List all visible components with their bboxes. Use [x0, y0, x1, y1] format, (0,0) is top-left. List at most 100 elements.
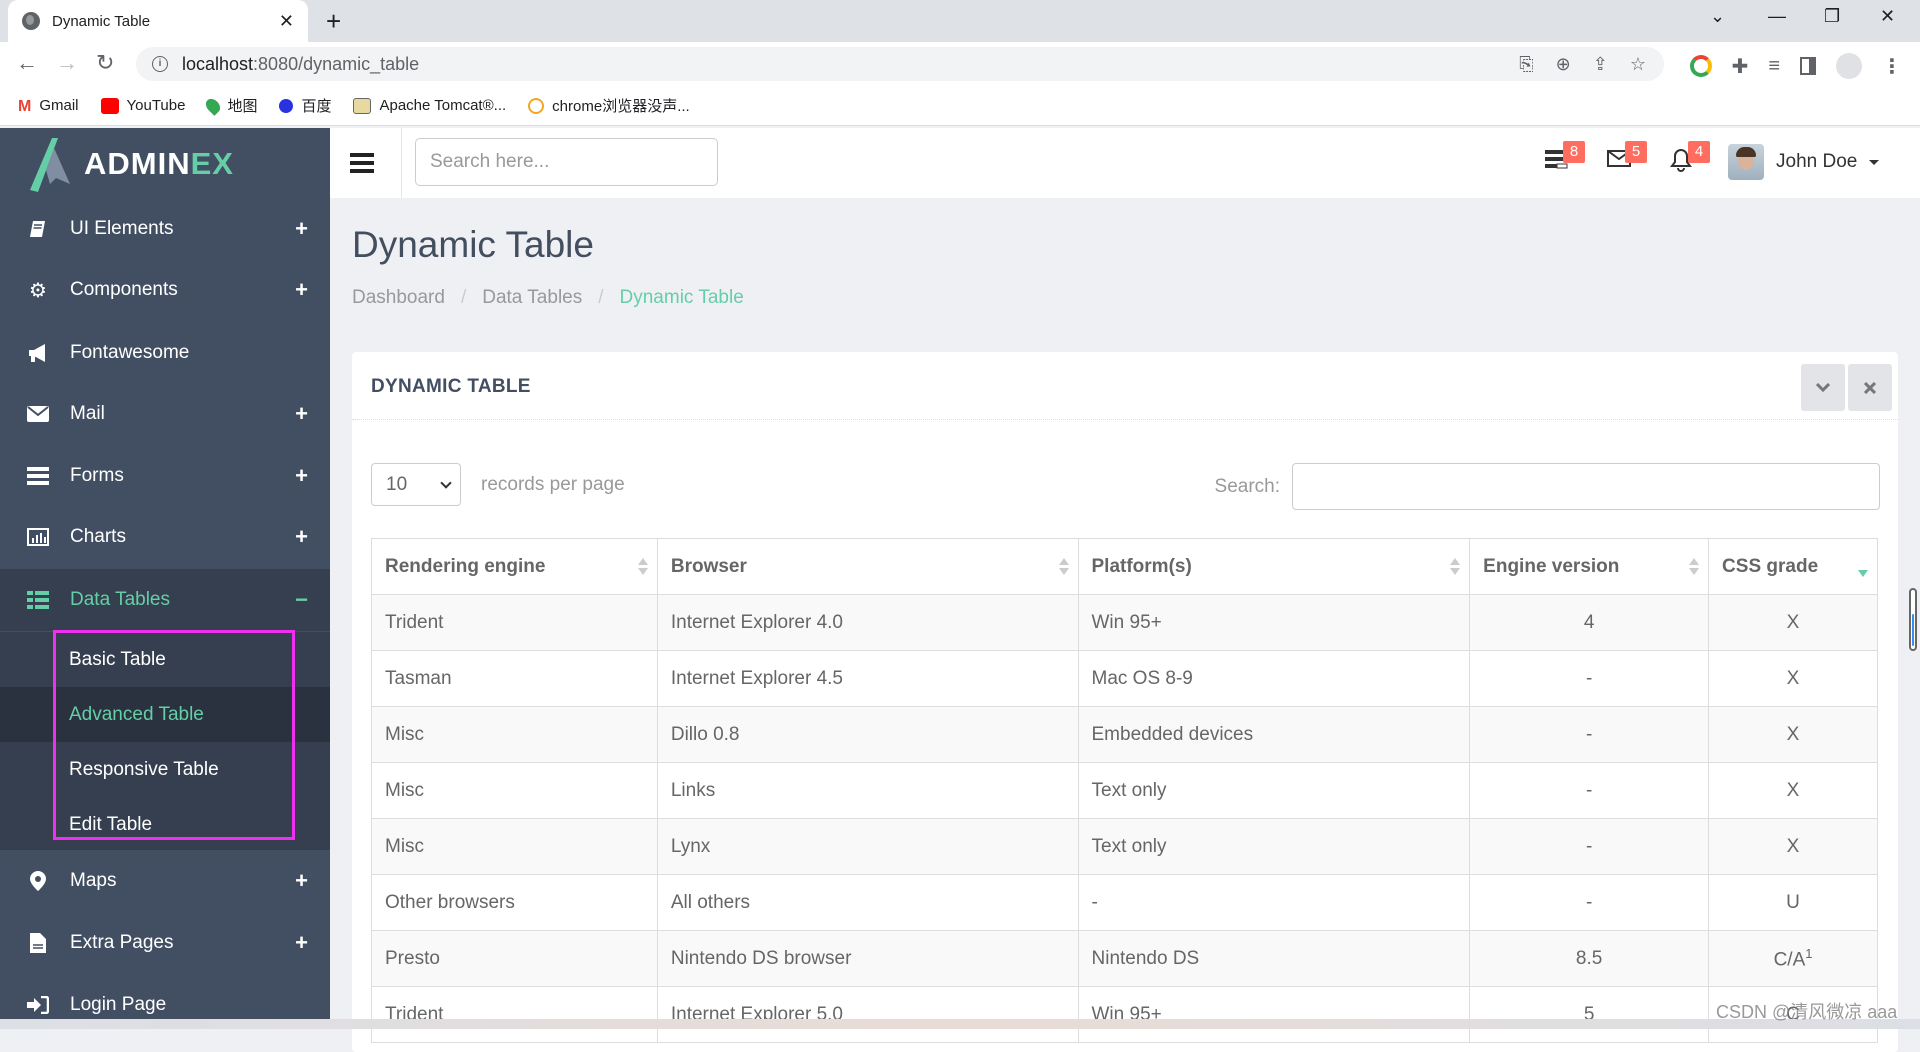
- sidebar-item-components[interactable]: ⚙ Components +: [0, 259, 330, 321]
- table-search: Search:: [1215, 463, 1880, 510]
- collapse-panel-button[interactable]: [1801, 364, 1845, 411]
- media-playlist-icon[interactable]: ≡: [1768, 55, 1780, 78]
- collapse-icon: −: [295, 587, 308, 612]
- breadcrumb-dashboard[interactable]: Dashboard: [352, 287, 445, 309]
- tab-search-icon[interactable]: ⌄: [1710, 6, 1725, 27]
- back-icon[interactable]: ←: [16, 50, 38, 76]
- table-row[interactable]: Trident Internet Explorer 5.0 Win 95+ 5 C: [371, 986, 1878, 1043]
- submenu-responsive-table[interactable]: Responsive Table: [0, 742, 330, 797]
- table-row[interactable]: Other browsers All others - - U: [371, 874, 1878, 931]
- bookmark-label: 百度: [301, 98, 332, 115]
- table-cell: C/A1: [1708, 930, 1878, 987]
- expand-icon: +: [295, 930, 308, 955]
- zoom-icon[interactable]: ⊕: [1556, 54, 1571, 75]
- minimize-icon[interactable]: —: [1768, 6, 1786, 27]
- table-row[interactable]: Presto Nintendo DS browser Nintendo DS 8.5 C…: [371, 930, 1878, 987]
- restore-icon[interactable]: ❐: [1824, 6, 1840, 27]
- scrollbar[interactable]: [1909, 588, 1917, 651]
- table-cell: Win 95+: [1077, 594, 1471, 651]
- hamburger-menu-icon[interactable]: [350, 153, 374, 173]
- data-table: Rendering engine Browser Platform(s) Eng…: [371, 538, 1878, 1043]
- tasks-badge: 8: [1563, 141, 1585, 163]
- sidebar-item-charts[interactable]: Charts +: [0, 506, 330, 568]
- table-cell: Links: [656, 762, 1079, 819]
- table-row[interactable]: Tasman Internet Explorer 4.5 Mac OS 8-9- X: [371, 650, 1878, 707]
- table-row[interactable]: Misc Dillo 0.8 Embedded devices - X: [371, 706, 1878, 763]
- logo[interactable]: ADMINEX: [26, 134, 234, 194]
- column-header-platforms[interactable]: Platform(s): [1077, 538, 1471, 595]
- alerts-notification-button[interactable]: 4: [1670, 141, 1710, 174]
- table-cell: Misc: [371, 818, 658, 875]
- cogs-icon: ⚙: [29, 279, 47, 302]
- expand-icon: +: [295, 277, 308, 302]
- sidebar-item-fontawesome[interactable]: Fontawesome: [0, 322, 330, 384]
- submenu-basic-table[interactable]: Basic Table: [0, 632, 330, 687]
- submenu-advanced-table[interactable]: Advanced Table: [0, 687, 330, 742]
- sidebar-item-forms[interactable]: Forms +: [0, 445, 330, 507]
- column-header-browser[interactable]: Browser: [656, 538, 1079, 595]
- window-close-icon[interactable]: ✕: [1880, 6, 1895, 27]
- chevron-down-icon: [1816, 382, 1830, 392]
- alerts-badge: 4: [1688, 141, 1710, 163]
- bookmark-tomcat[interactable]: Apache Tomcat®...: [353, 97, 506, 114]
- bookmark-star-icon[interactable]: ☆: [1630, 54, 1646, 75]
- table-cell: Nintendo DS browser: [656, 930, 1079, 987]
- sidebar-item-ui-elements[interactable]: UI Elements +: [0, 198, 330, 260]
- browser-tab-strip: Dynamic Table ✕ + ⌄ — ❐ ✕: [0, 0, 1920, 42]
- forward-icon[interactable]: →: [56, 50, 78, 76]
- bookmark-chrome-sound[interactable]: chrome浏览器没声...: [528, 95, 690, 116]
- url-host: localhost: [182, 53, 254, 74]
- table-cell: X: [1708, 650, 1878, 707]
- nav-label: Maps: [70, 870, 117, 891]
- table-row[interactable]: Misc Links Text only - X: [371, 762, 1878, 819]
- bookmarks-bar: M Gmail YouTube 地图 百度 Apache Tomcat®... c…: [0, 86, 1920, 126]
- records-per-page: 10 records per page: [371, 463, 625, 506]
- bookmark-youtube[interactable]: YouTube: [100, 97, 185, 114]
- close-tab-icon[interactable]: ✕: [279, 11, 294, 32]
- table-cell: Trident: [371, 594, 658, 651]
- table-row[interactable]: Trident Internet Explorer 4.0 Win 95+ 4 X: [371, 594, 1878, 651]
- table-search-input[interactable]: [1292, 463, 1880, 510]
- bookmark-maps[interactable]: 地图: [203, 95, 258, 116]
- mail-notification-button[interactable]: 5: [1607, 141, 1647, 174]
- table-cell: Embedded devices: [1077, 706, 1471, 763]
- tasks-notification-button[interactable]: 8: [1545, 141, 1585, 174]
- sort-icon: [637, 558, 648, 576]
- browser-tab[interactable]: Dynamic Table ✕: [8, 0, 308, 42]
- bookmark-baidu[interactable]: 百度: [279, 95, 331, 116]
- share-icon[interactable]: ⇪: [1593, 54, 1608, 75]
- bar-chart-icon: [26, 526, 50, 548]
- nav-label: Extra Pages: [70, 932, 174, 953]
- profile-icon[interactable]: [1836, 53, 1862, 79]
- sidebar-item-mail[interactable]: Mail +: [0, 383, 330, 445]
- close-panel-button[interactable]: [1848, 364, 1892, 411]
- submenu-edit-table[interactable]: Edit Table: [0, 797, 330, 852]
- sidebar-item-maps[interactable]: Maps +: [0, 850, 330, 912]
- bookmark-gmail[interactable]: M Gmail: [18, 97, 79, 115]
- new-tab-icon[interactable]: +: [326, 6, 341, 37]
- side-panel-icon[interactable]: [1800, 57, 1816, 75]
- translate-icon[interactable]: ⎘: [1519, 54, 1533, 75]
- site-info-icon[interactable]: i: [152, 56, 168, 72]
- bookmark-label: 地图: [227, 98, 258, 115]
- chrome-extension-icon[interactable]: [1689, 55, 1712, 77]
- extensions-puzzle-icon[interactable]: ✚: [1732, 54, 1749, 79]
- sidebar-item-data-tables[interactable]: Data Tables −: [0, 569, 330, 631]
- column-header-css-grade[interactable]: CSS grade: [1708, 538, 1878, 595]
- menu-kebab-icon[interactable]: ⋮: [1882, 54, 1902, 79]
- table-row[interactable]: Misc Lynx Text only - X: [371, 818, 1878, 875]
- expand-icon: +: [295, 524, 308, 549]
- user-menu[interactable]: John Doe: [1728, 144, 1880, 180]
- header-search-input[interactable]: [415, 138, 718, 186]
- breadcrumb-data-tables[interactable]: Data Tables: [482, 287, 582, 309]
- reload-icon[interactable]: ↻: [96, 50, 114, 76]
- column-header-engine-version[interactable]: Engine version: [1469, 538, 1710, 595]
- logo-text: ADMINEX: [84, 146, 234, 181]
- table-icon: [26, 589, 50, 611]
- sidebar-item-extra-pages[interactable]: Extra Pages +: [0, 912, 330, 974]
- nav-label: Data Tables: [70, 589, 170, 610]
- panel-title: DYNAMIC TABLE: [371, 376, 531, 397]
- records-per-page-select[interactable]: 10: [371, 463, 461, 506]
- url-field[interactable]: i localhost:8080/dynamic_table ⎘ ⊕ ⇪ ☆: [136, 47, 1664, 81]
- column-header-rendering-engine[interactable]: Rendering engine: [371, 538, 658, 595]
